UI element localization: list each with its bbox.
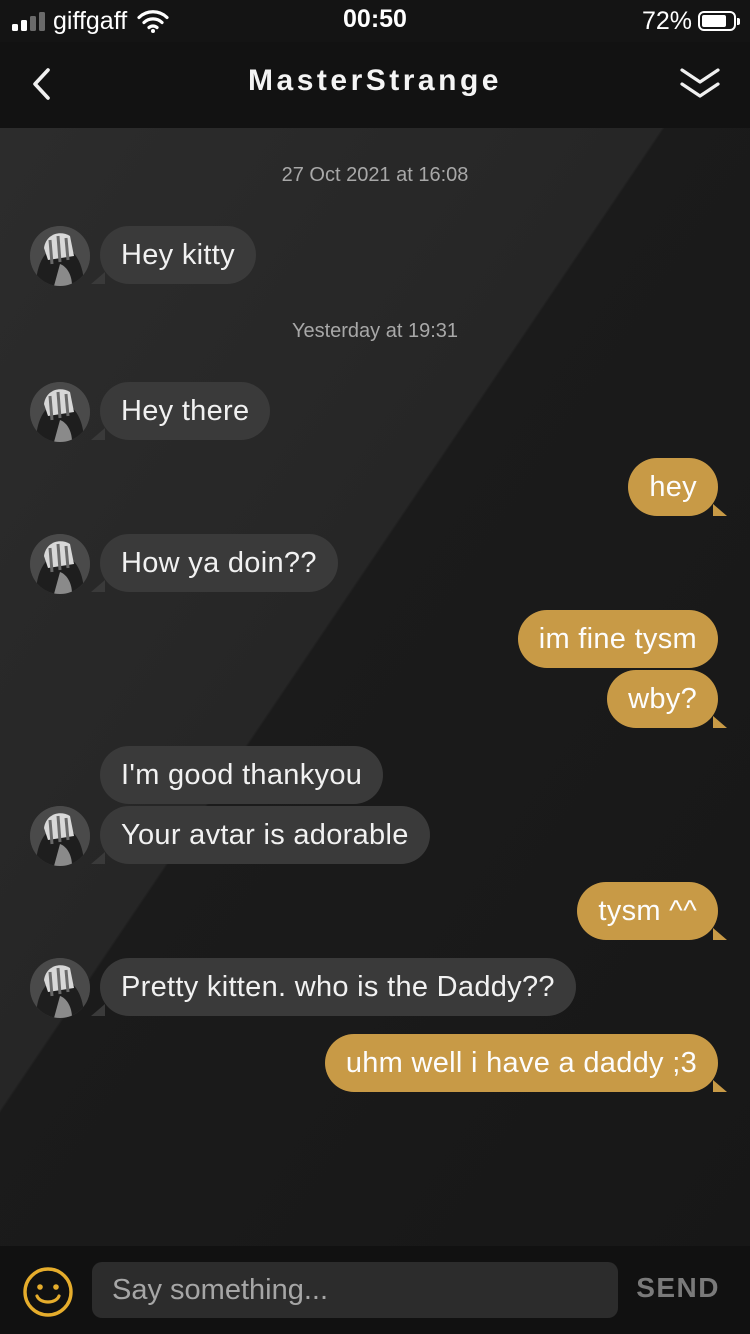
battery-percent: 72%: [641, 6, 692, 35]
double-chevron-down-icon[interactable]: [676, 60, 724, 108]
message-bubble-outgoing[interactable]: im fine tysm: [517, 610, 718, 668]
message-bubble-incoming[interactable]: How ya doin??: [91, 534, 338, 592]
message-bubble-outgoing[interactable]: tysm ^^: [577, 882, 727, 940]
avatar[interactable]: [30, 534, 90, 594]
avatar[interactable]: [30, 382, 90, 442]
timestamp: 27 Oct 2021 at 16:08: [281, 164, 469, 186]
message-bubble-incoming[interactable]: Hey there: [90, 382, 271, 440]
avatar[interactable]: [30, 226, 90, 286]
chat-screen: giffgaff 00:50 72% MasterStrange 27 Oct …: [0, 0, 750, 1334]
message-bubble-outgoing[interactable]: hey: [628, 458, 727, 516]
send-button[interactable]: SEND: [636, 1272, 720, 1304]
battery-icon: [698, 11, 740, 31]
status-bar: giffgaff 00:50 72%: [0, 0, 750, 42]
message-input[interactable]: [92, 1262, 618, 1318]
message-list[interactable]: 27 Oct 2021 at 16:08 Hey kitty Yesterday…: [0, 128, 750, 1246]
nav-bar: MasterStrange: [0, 42, 750, 128]
message-bubble-incoming[interactable]: Your avtar is adorable: [91, 806, 430, 864]
message-bubble-incoming[interactable]: Hey kitty: [91, 226, 256, 284]
message-bubble-incoming[interactable]: I'm good thankyou: [100, 746, 384, 804]
avatar[interactable]: [30, 806, 90, 866]
status-right: 72%: [641, 5, 740, 37]
status-time: 00:50: [343, 5, 407, 33]
composer-bar: SEND: [0, 1246, 750, 1334]
message-bubble-incoming[interactable]: Pretty kitten. who is the Daddy??: [91, 958, 576, 1016]
timestamp: Yesterday at 19:31: [291, 320, 459, 342]
message-bubble-outgoing[interactable]: wby?: [607, 670, 727, 728]
smiley-icon[interactable]: [22, 1266, 74, 1318]
avatar[interactable]: [30, 958, 90, 1018]
message-bubble-outgoing[interactable]: uhm well i have a daddy ;3: [324, 1034, 728, 1092]
conversation-title: MasterStrange: [248, 64, 502, 97]
